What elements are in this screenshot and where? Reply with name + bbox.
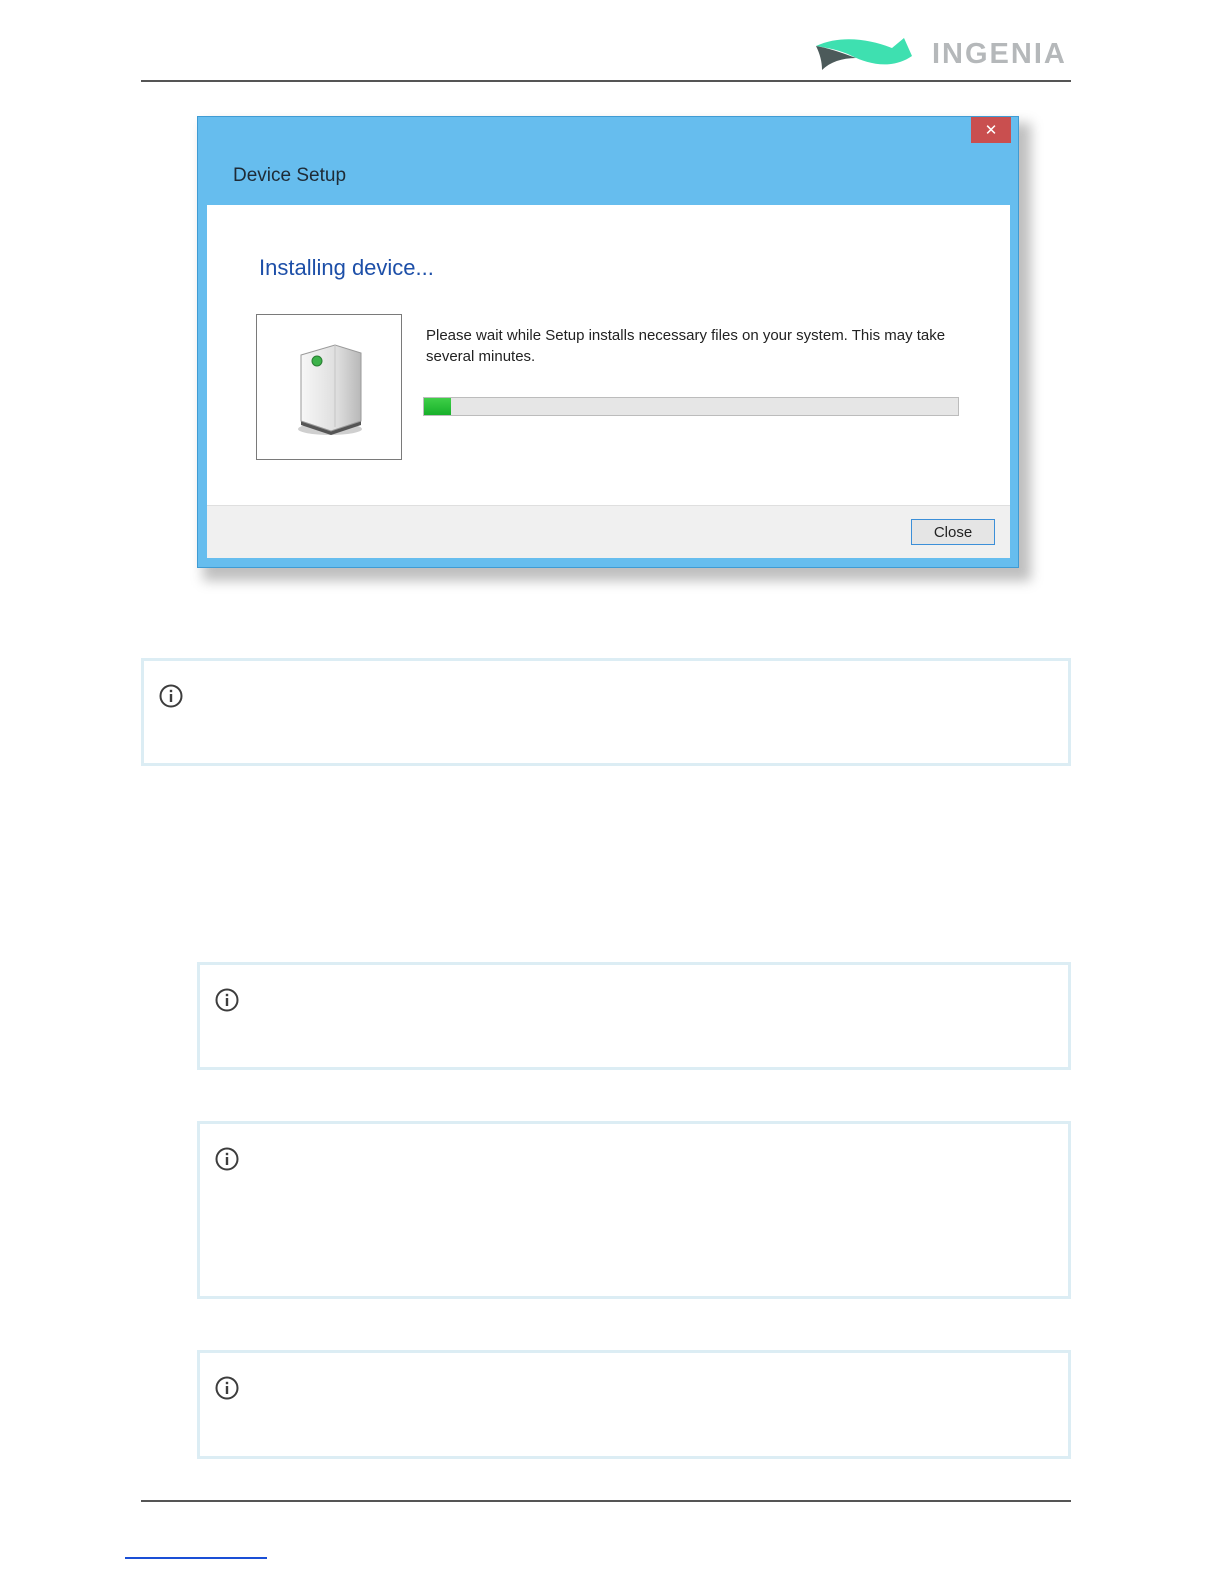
install-progress-fill <box>424 398 451 415</box>
close-button[interactable]: Close <box>911 519 995 545</box>
device-setup-dialog: ✕ Device Setup Installing device... Plea… <box>197 116 1019 568</box>
device-image-frame <box>256 314 402 460</box>
info-panel <box>197 1121 1071 1299</box>
dialog-footer: Close <box>207 505 1010 558</box>
install-progress-bar <box>423 397 959 416</box>
dialog-title: Device Setup <box>233 165 347 186</box>
close-icon: ✕ <box>984 121 998 139</box>
info-circle-icon <box>215 988 239 1012</box>
info-circle-icon <box>159 684 183 708</box>
ingenia-logo-icon <box>816 38 912 70</box>
info-circle-icon <box>215 1376 239 1400</box>
dialog-body: Installing device... Please wait while S… <box>207 205 1010 505</box>
info-panel <box>141 658 1071 766</box>
setup-message: Please wait while Setup installs necessa… <box>426 327 946 365</box>
installing-heading: Installing device... <box>259 255 434 280</box>
footer-divider <box>141 1500 1071 1502</box>
info-panel <box>197 1350 1071 1459</box>
device-tower-icon <box>298 344 362 435</box>
header-divider <box>141 80 1071 82</box>
window-close-button[interactable]: ✕ <box>971 117 1011 143</box>
footer-link-underline[interactable] <box>125 1557 267 1559</box>
info-circle-icon <box>215 1147 239 1171</box>
ingenia-logo: INGENIA <box>812 34 1072 76</box>
info-panel <box>197 962 1071 1070</box>
brand-name: INGENIA <box>932 38 1067 70</box>
